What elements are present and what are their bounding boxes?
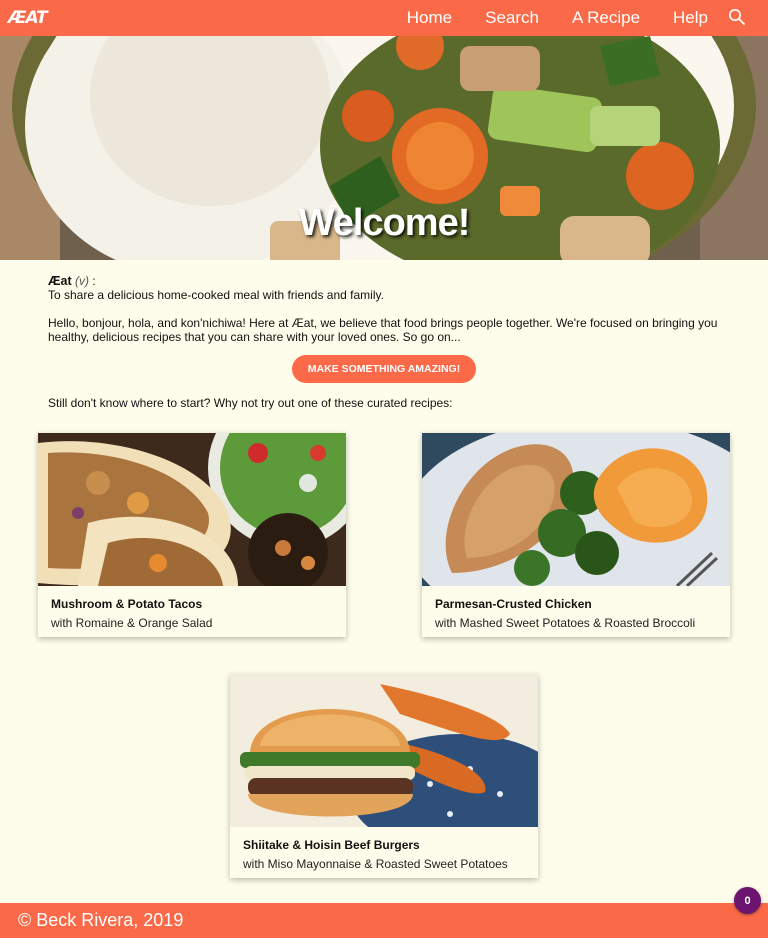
navbar: ÆAT Home Search A Recipe Help: [0, 0, 768, 36]
definition-word: Æat: [48, 274, 72, 288]
recipe-title[interactable]: Mushroom & Potato Tacos: [51, 597, 202, 611]
hero-banner: Welcome!: [0, 36, 768, 260]
hero-title: Welcome!: [298, 202, 471, 244]
recipe-card-beef-burgers[interactable]: Shiitake & Hoisin Beef Burgers with Miso…: [230, 674, 538, 878]
nav-home-link[interactable]: Home: [407, 8, 452, 28]
footer-copyright: © Beck Rivera, 2019: [18, 910, 184, 930]
search-icon[interactable]: [728, 8, 746, 26]
intro-paragraph: Hello, bonjour, hola, and kon'nichiwa! H…: [48, 316, 718, 344]
recipe-title[interactable]: Parmesan-Crusted Chicken: [435, 597, 592, 611]
recipe-subtitle: with Mashed Sweet Potatoes & Roasted Bro…: [435, 616, 696, 630]
nav-search-link[interactable]: Search: [485, 8, 539, 28]
nav-help-link[interactable]: Help: [673, 8, 708, 28]
recipe-subtitle: with Miso Mayonnaise & Roasted Sweet Pot…: [243, 857, 508, 871]
recipe-subtitle: with Romaine & Orange Salad: [51, 616, 213, 630]
logo[interactable]: ÆAT: [8, 8, 48, 28]
footer: © Beck Rivera, 2019: [0, 903, 768, 938]
recipe-title[interactable]: Shiitake & Hoisin Beef Burgers: [243, 838, 420, 852]
make-something-amazing-button[interactable]: MAKE SOMETHING AMAZING!: [292, 355, 476, 383]
definition: Æat (v) :: [48, 274, 728, 288]
recipe-image[interactable]: [422, 433, 730, 586]
cta-container: MAKE SOMETHING AMAZING!: [292, 355, 476, 383]
definition-colon: :: [88, 274, 96, 288]
recipe-image[interactable]: [38, 433, 346, 586]
recipe-card-mushroom-tacos[interactable]: Mushroom & Potato Tacos with Romaine & O…: [38, 433, 346, 637]
intro-section: Æat (v) : To share a delicious home-cook…: [48, 274, 728, 344]
definition-meaning: To share a delicious home-cooked meal wi…: [48, 288, 384, 302]
curated-text: Still don't know where to start? Why not…: [48, 396, 453, 410]
notification-badge[interactable]: 0: [734, 887, 761, 914]
definition-part-of-speech: (v): [74, 274, 89, 288]
recipe-card-parmesan-chicken[interactable]: Parmesan-Crusted Chicken with Mashed Swe…: [422, 433, 730, 637]
recipe-image[interactable]: [230, 674, 538, 827]
nav-links: Home Search A Recipe Help: [374, 0, 708, 36]
nav-recipe-link[interactable]: A Recipe: [572, 8, 640, 28]
